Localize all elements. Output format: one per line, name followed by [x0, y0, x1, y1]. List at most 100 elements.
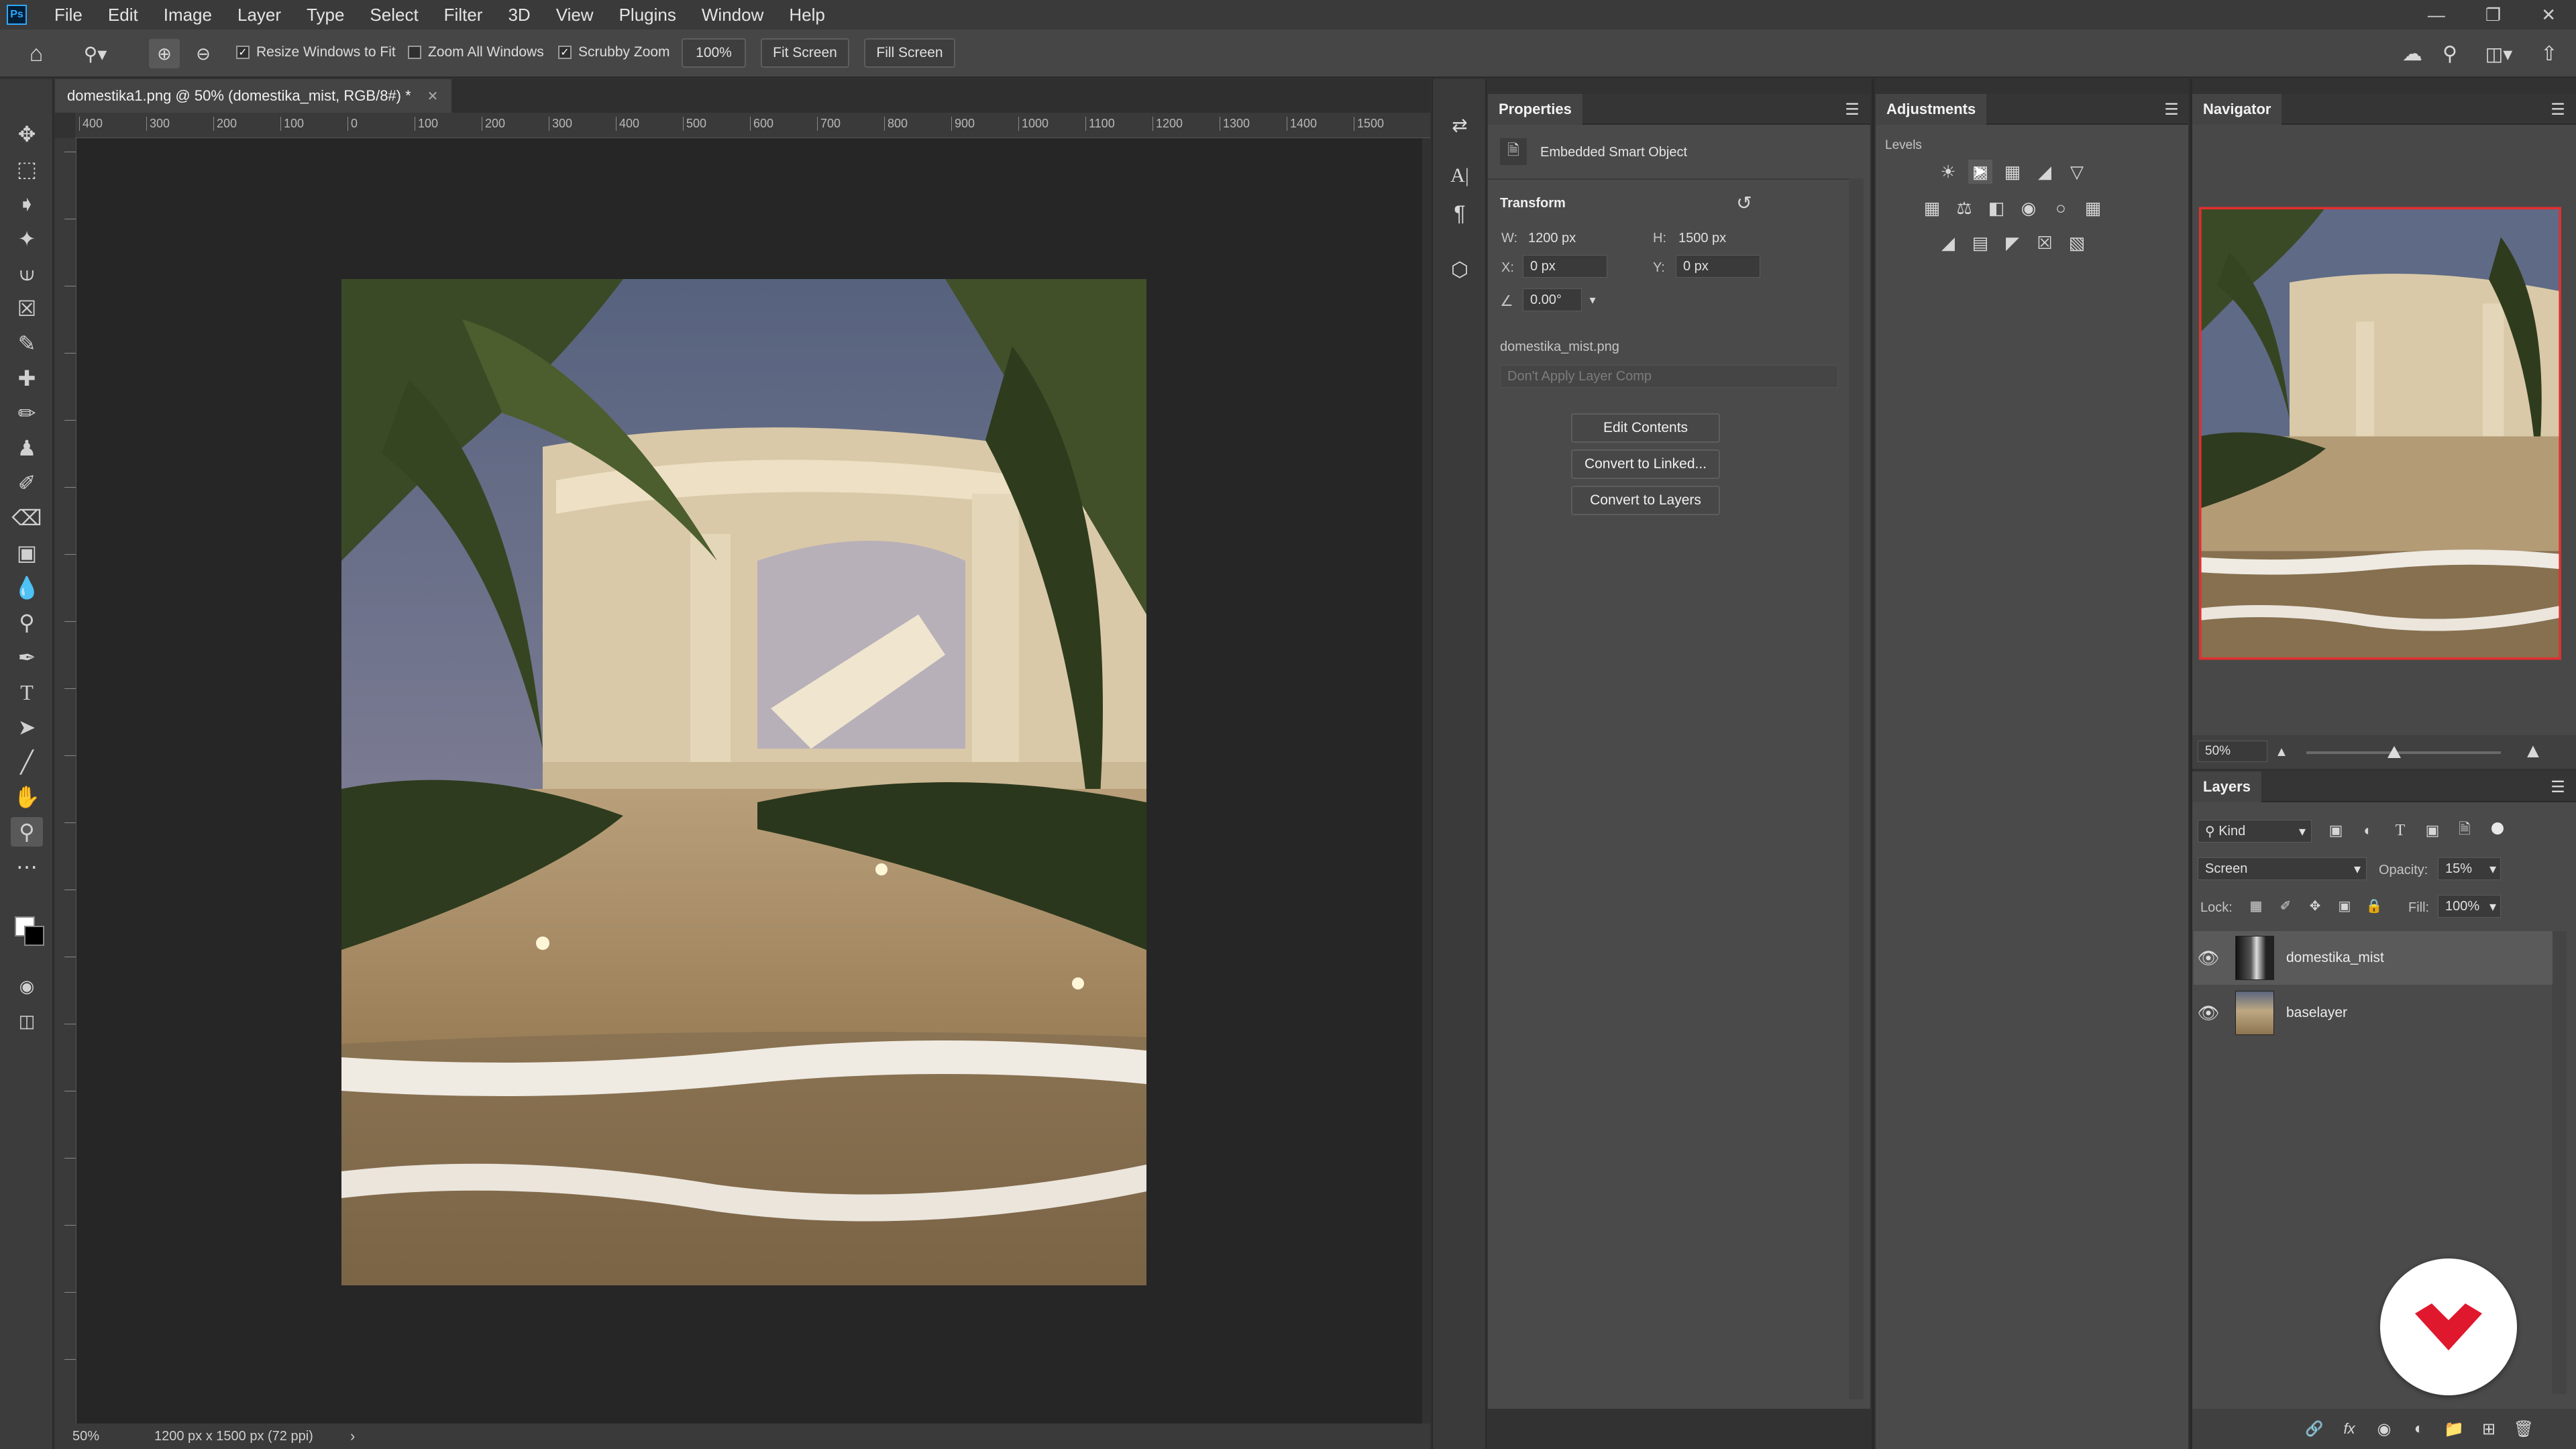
move-tool-icon[interactable]: ✥ [11, 119, 43, 149]
navigator-preview[interactable] [2199, 205, 2561, 661]
angle-dropdown-icon[interactable]: ▾ [1582, 288, 1603, 311]
panel-menu-icon[interactable]: ☰ [1842, 99, 1862, 119]
lasso-tool-icon[interactable]: ➧ [11, 189, 43, 219]
minimize-icon[interactable]: — [2428, 5, 2445, 25]
new-adjustment-layer-icon[interactable]: ◐ [2407, 1417, 2431, 1441]
delete-layer-icon[interactable]: 🗑 [2512, 1417, 2536, 1441]
tab-adjustments[interactable]: Adjustments [1876, 94, 1987, 125]
convert-to-linked-button[interactable]: Convert to Linked... [1571, 449, 1720, 479]
black-white-icon[interactable]: ◧ [1984, 196, 2008, 220]
zoom-tool-preset-icon[interactable]: ⚲▾ [75, 42, 115, 66]
lock-artboard-icon[interactable]: ▣ [2334, 895, 2355, 916]
restore-icon[interactable]: ❐ [2485, 5, 2501, 25]
layer-style-fx-icon[interactable]: fx [2337, 1417, 2361, 1441]
convert-to-layers-button[interactable]: Convert to Layers [1571, 486, 1720, 515]
filter-toggle-icon[interactable] [2491, 822, 2504, 835]
x-position-field[interactable]: 0 px [1523, 255, 1607, 278]
workspace-icon[interactable]: ◫▾ [2475, 42, 2522, 66]
scrubby-zoom-checkbox[interactable]: ✓ Scrubby Zoom [558, 44, 670, 60]
lock-transparency-icon[interactable]: ▦ [2246, 895, 2266, 916]
quick-mask-icon[interactable]: ◉ [11, 971, 43, 1001]
status-zoom[interactable]: 50% [72, 1429, 99, 1444]
menu-image[interactable]: Image [151, 5, 225, 25]
filter-pixel-icon[interactable]: ▣ [2325, 820, 2347, 841]
tab-layers[interactable]: Layers [2192, 771, 2261, 802]
search-icon[interactable]: ⚲ [2436, 42, 2463, 66]
menu-layer[interactable]: Layer [225, 5, 294, 25]
height-value[interactable]: 1500 px [1678, 231, 1726, 246]
filter-smart-object-icon[interactable]: 🗎 [2454, 820, 2475, 841]
home-icon[interactable]: ⌂ [23, 41, 50, 66]
crop-tool-icon[interactable]: ⟒ [11, 259, 43, 288]
color-balance-icon[interactable]: ⚖ [1952, 196, 1976, 220]
layer-comp-select[interactable]: Don't Apply Layer Comp [1500, 365, 1838, 388]
magic-wand-tool-icon[interactable]: ✦ [11, 224, 43, 254]
exposure-icon[interactable]: ◢ [2033, 160, 2057, 184]
layer-row-domestika-mist[interactable]: 👁 domestika_mist [2194, 931, 2553, 985]
lock-position-icon[interactable]: ✥ [2305, 895, 2325, 916]
background-color-swatch[interactable] [24, 926, 44, 946]
menu-help[interactable]: Help [776, 5, 837, 25]
filter-type-icon[interactable]: T [2390, 820, 2411, 841]
dodge-tool-icon[interactable]: ⚲ [11, 608, 43, 637]
curves-icon[interactable]: ▦ [2000, 160, 2025, 184]
path-selection-tool-icon[interactable]: ➤ [11, 712, 43, 742]
fit-screen-button[interactable]: Fit Screen [761, 38, 849, 68]
line-tool-icon[interactable]: ╱ [11, 747, 43, 777]
navigator-zoom-slider[interactable] [2306, 746, 2501, 758]
blur-tool-icon[interactable]: 💧 [11, 573, 43, 602]
close-tab-icon[interactable]: ✕ [427, 88, 439, 105]
navigator-zoom-field[interactable]: 50% [2198, 741, 2267, 762]
menu-window[interactable]: Window [689, 5, 776, 25]
posterize-icon[interactable]: ▤ [1968, 231, 1992, 255]
color-lookup-icon[interactable]: ▦ [2081, 196, 2105, 220]
menu-select[interactable]: Select [357, 5, 431, 25]
character-panel-icon[interactable]: A| [1446, 162, 1473, 189]
gradient-tool-icon[interactable]: ▣ [11, 538, 43, 568]
layer-filter-kind[interactable]: ⚲ Kind ▾ [2198, 820, 2312, 843]
menu-3d[interactable]: 3D [495, 5, 543, 25]
layers-scrollbar[interactable] [2552, 931, 2567, 1394]
menu-view[interactable]: View [543, 5, 606, 25]
angle-field[interactable]: 0.00° [1523, 288, 1582, 311]
resize-windows-checkbox[interactable]: ✓ Resize Windows to Fit [236, 44, 396, 60]
link-layers-icon[interactable]: 🔗 [2302, 1417, 2326, 1441]
share-icon[interactable]: ⇧ [2536, 42, 2563, 66]
new-layer-icon[interactable]: ⊞ [2477, 1417, 2501, 1441]
fill-field[interactable]: 100% ▾ [2438, 895, 2501, 918]
canvas-area[interactable] [76, 138, 1422, 1424]
paragraph-panel-icon[interactable]: ¶ [1446, 200, 1473, 227]
zoom-in-icon[interactable]: ⊕ [149, 39, 180, 68]
photo-filter-icon[interactable]: ◉ [2017, 196, 2041, 220]
photoshop-logo[interactable]: Ps [7, 5, 27, 25]
width-value[interactable]: 1200 px [1528, 231, 1576, 246]
eraser-tool-icon[interactable]: ⌫ [11, 503, 43, 533]
menu-edit[interactable]: Edit [95, 5, 151, 25]
frame-tool-icon[interactable]: ☒ [11, 294, 43, 323]
menu-file[interactable]: File [42, 5, 95, 25]
filter-shape-icon[interactable]: ▣ [2422, 820, 2443, 841]
zoom-all-windows-checkbox[interactable]: Zoom All Windows [408, 44, 544, 60]
zoom-100-button[interactable]: 100% [682, 38, 746, 68]
menu-filter[interactable]: Filter [431, 5, 496, 25]
tab-properties[interactable]: Properties [1488, 94, 1582, 125]
opacity-field[interactable]: 15% ▾ [2438, 857, 2501, 880]
healing-brush-tool-icon[interactable]: ✚ [11, 364, 43, 393]
document-image[interactable] [341, 279, 1146, 1285]
menu-type[interactable]: Type [294, 5, 357, 25]
brightness-contrast-icon[interactable]: ☀ [1936, 160, 1960, 184]
eyedropper-tool-icon[interactable]: ✎ [11, 329, 43, 358]
zoom-in-large-icon[interactable]: ▲ [2520, 739, 2546, 763]
lock-pixels-icon[interactable]: ✐ [2275, 895, 2296, 916]
lock-all-icon[interactable]: 🔒 [2364, 895, 2384, 916]
zoom-tool-icon[interactable]: ⚲ [11, 817, 43, 847]
pen-tool-icon[interactable]: ✒ [11, 643, 43, 672]
document-tab[interactable]: domestika1.png @ 50% (domestika_mist, RG… [55, 79, 452, 113]
hue-saturation-icon[interactable]: ▦ [1920, 196, 1944, 220]
visibility-eye-icon[interactable]: 👁 [2194, 1003, 2223, 1024]
properties-scrollbar[interactable] [1849, 178, 1864, 1399]
zoom-slider-handle[interactable] [2387, 746, 2401, 758]
visibility-eye-icon[interactable]: 👁 [2194, 948, 2223, 969]
more-tools-icon[interactable]: ⋯ [11, 852, 43, 881]
gradient-map-icon[interactable]: ▧ [2065, 231, 2089, 255]
